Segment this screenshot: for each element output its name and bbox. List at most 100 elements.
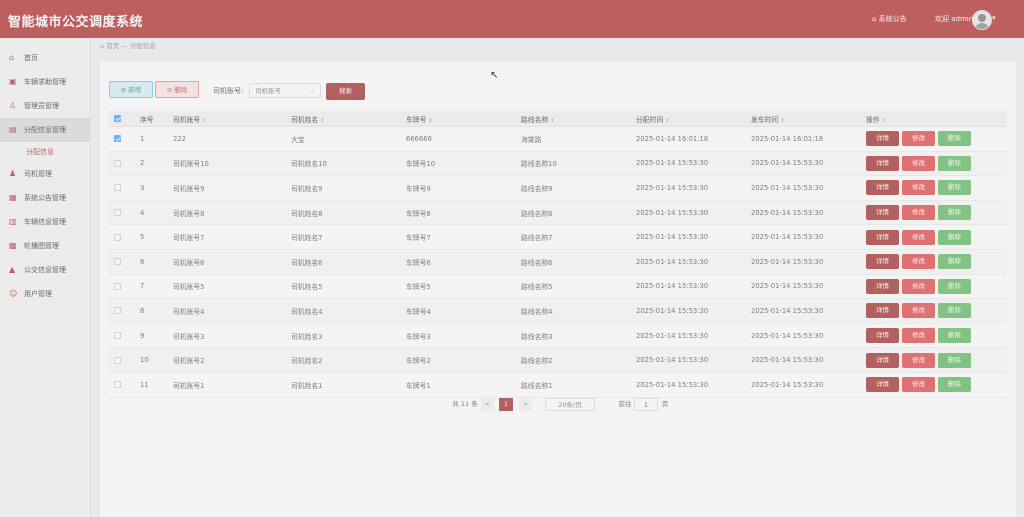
edit-button[interactable]: 修改 — [902, 155, 935, 171]
detail-button[interactable]: 详情 — [866, 303, 899, 319]
edit-button[interactable]: 修改 — [902, 278, 935, 294]
checkbox[interactable] — [114, 282, 121, 290]
delete-button[interactable]: 删除 — [938, 328, 971, 344]
edit-button[interactable]: 修改 — [902, 328, 935, 344]
edit-button[interactable]: 修改 — [902, 131, 935, 147]
sort-icon[interactable]: ⬍ — [780, 118, 784, 124]
row-select[interactable] — [108, 200, 134, 226]
column-header[interactable]: 车牌号 ⬍ — [400, 111, 515, 127]
delete-button[interactable]: 删除 — [938, 278, 971, 294]
edit-button[interactable]: 修改 — [902, 377, 935, 393]
checkbox[interactable] — [114, 258, 121, 266]
sidebar-item-label: 首页 — [24, 54, 38, 62]
prev-page-button[interactable]: < — [481, 398, 494, 411]
delete-button[interactable]: 删除 — [938, 205, 971, 221]
table-row: 9 司机账号3 司机姓名3 车牌号3 路线名称3 2025-01-14 15:53:30 2… — [108, 323, 1007, 349]
sidebar-item-notices[interactable]: ▦ 系统公告管理 — [0, 186, 90, 210]
sidebar-item-vehicles[interactable]: ▥ 车辆信息管理 — [0, 210, 90, 234]
sidebar-item-carousel[interactable]: ▩ 轮播图管理 — [0, 234, 90, 258]
sort-icon[interactable]: ⬍ — [202, 118, 206, 124]
detail-button[interactable]: 详情 — [866, 155, 899, 171]
sidebar-item-users[interactable]: ☺ 用户管理 — [0, 282, 90, 306]
sidebar-item-bus-info[interactable]: ▲ 公交信息管理 — [0, 258, 90, 282]
search-button[interactable]: 搜索 — [326, 83, 365, 100]
detail-button[interactable]: 详情 — [866, 229, 899, 245]
checkbox[interactable] — [114, 356, 121, 364]
detail-button[interactable]: 详情 — [866, 377, 899, 393]
row-select[interactable] — [108, 323, 134, 349]
checkbox[interactable] — [114, 159, 121, 167]
delete-button[interactable]: 删除 — [938, 180, 971, 196]
column-header[interactable]: 司机账号 ⬍ — [167, 111, 285, 127]
row-select[interactable] — [108, 151, 134, 177]
app-title: 智能城市公交调度系统 — [8, 14, 144, 29]
sidebar-subitem-assignment-info[interactable]: 分配信息 — [0, 142, 90, 162]
edit-button[interactable]: 修改 — [902, 352, 935, 368]
checkbox[interactable] — [114, 135, 121, 143]
checkbox[interactable] — [114, 115, 121, 122]
edit-button[interactable]: 修改 — [902, 229, 935, 245]
checkbox[interactable] — [114, 184, 121, 192]
row-select[interactable] — [108, 372, 134, 398]
select-all-checkbox[interactable] — [108, 111, 134, 127]
sort-icon[interactable]: ⬍ — [428, 118, 432, 124]
table-header-row: 序号 司机账号 ⬍ 司机姓名 ⬍ 车牌号 ⬍ 路线名称 ⬍ 分配时间 ⬍ 发车时间 ⬍ 操作… — [108, 111, 1007, 127]
checkbox[interactable] — [114, 307, 121, 315]
page-size-select[interactable]: 20条/页 — [545, 398, 595, 411]
sort-icon[interactable]: ⬍ — [665, 118, 669, 124]
edit-button[interactable]: 修改 — [902, 180, 935, 196]
checkbox[interactable] — [114, 381, 121, 389]
checkbox[interactable] — [114, 332, 121, 340]
checkbox[interactable] — [114, 233, 121, 241]
row-select[interactable] — [108, 249, 134, 275]
detail-button[interactable]: 详情 — [866, 131, 899, 147]
detail-button[interactable]: 详情 — [866, 254, 899, 270]
delete-button[interactable]: 删除 — [938, 303, 971, 319]
delete-button[interactable]: 删除 — [938, 229, 971, 245]
column-header[interactable]: 司机姓名 ⬍ — [285, 111, 400, 127]
sidebar-item-vehicle-help[interactable]: ▣ 车辆求助管理 — [0, 70, 90, 94]
row-select[interactable] — [108, 175, 134, 201]
cell-name: 司机姓名8 — [285, 200, 400, 226]
delete-button[interactable]: 删除 — [938, 155, 971, 171]
delete-button[interactable]: 删除 — [938, 131, 971, 147]
column-header[interactable]: 路线名称 ⬍ — [515, 111, 630, 127]
delete-button[interactable]: 删除 — [938, 377, 971, 393]
column-header-label: 车牌号 — [406, 115, 427, 124]
system-notice-link[interactable]: ⌂ 系统公告 — [872, 14, 907, 24]
cell-no: 8 — [134, 298, 167, 324]
add-button[interactable]: ⊕ 新增 — [109, 81, 153, 98]
checkbox[interactable] — [114, 209, 121, 217]
row-select[interactable] — [108, 224, 134, 250]
detail-button[interactable]: 详情 — [866, 180, 899, 196]
next-page-button[interactable]: > — [519, 398, 532, 411]
edit-button[interactable]: 修改 — [902, 254, 935, 270]
breadcrumb-home[interactable]: 首页 — [106, 42, 119, 50]
column-header[interactable]: 发车时间 ⬍ — [745, 111, 860, 127]
detail-button[interactable]: 详情 — [866, 328, 899, 344]
delete-button[interactable]: 删除 — [938, 352, 971, 368]
detail-button[interactable]: 详情 — [866, 278, 899, 294]
row-select[interactable] — [108, 274, 134, 300]
column-header[interactable]: 分配时间 ⬍ — [630, 111, 745, 127]
current-page-button[interactable]: 1 — [499, 398, 513, 411]
avatar[interactable] — [972, 10, 992, 30]
detail-button[interactable]: 详情 — [866, 352, 899, 368]
edit-button[interactable]: 修改 — [902, 303, 935, 319]
sidebar-item-drivers[interactable]: ♟ 司机管理 — [0, 162, 90, 186]
row-select[interactable] — [108, 126, 134, 152]
sort-icon[interactable]: ⬍ — [550, 118, 554, 124]
sort-icon[interactable]: ⬍ — [320, 118, 324, 124]
chevron-down-icon[interactable]: ▾ — [992, 14, 996, 22]
cell-assign-time: 2025-01-14 15:53:30 — [630, 224, 745, 250]
goto-page-input[interactable]: 1 — [634, 398, 658, 411]
sidebar-item-assignment[interactable]: ▤ 分配信息管理 — [0, 118, 90, 142]
sidebar-item-admins[interactable]: ♙ 管理员管理 — [0, 94, 90, 118]
sidebar-item-home[interactable]: ⌂ 首页 — [0, 46, 90, 70]
row-select[interactable] — [108, 298, 134, 324]
edit-button[interactable]: 修改 — [902, 205, 935, 221]
detail-button[interactable]: 详情 — [866, 205, 899, 221]
batch-delete-button[interactable]: ⊖ 删除 — [155, 81, 199, 98]
row-select[interactable] — [108, 347, 134, 373]
delete-button[interactable]: 删除 — [938, 254, 971, 270]
